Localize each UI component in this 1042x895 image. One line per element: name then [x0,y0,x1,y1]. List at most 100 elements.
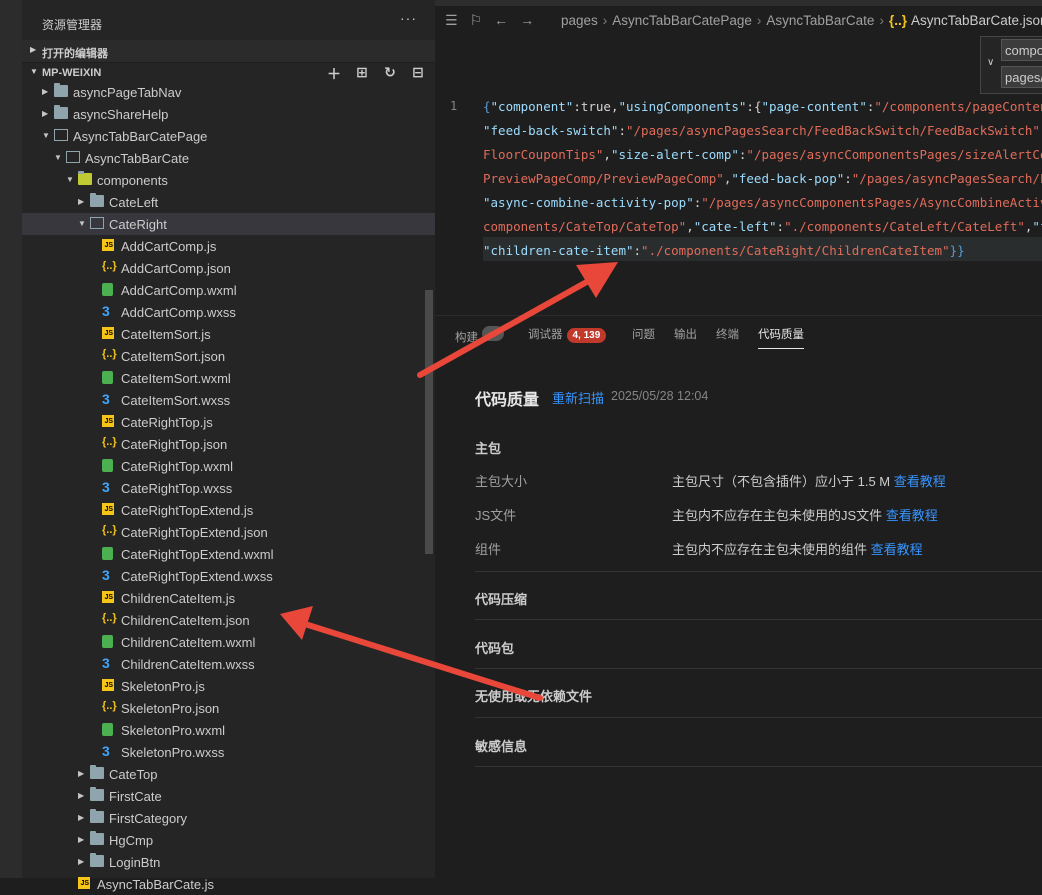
code-token: :{ [746,99,762,114]
tree-file[interactable]: AddCartComp.wxml [22,279,435,301]
back-arrow-icon[interactable]: ← [494,12,508,29]
chevron-down-icon[interactable]: ▼ [54,153,62,162]
tree-file[interactable]: {..} ChildrenCateItem.json [22,609,435,631]
tree-file[interactable]: JS CateItemSort.js [22,323,435,345]
breadcrumb-item[interactable]: AsyncTabBarCatePage [612,13,752,28]
more-actions-icon[interactable]: ··· [400,10,417,26]
chevron-down-icon[interactable]: ▼ [66,175,74,184]
panel-tab[interactable]: 代码质量 [758,326,804,349]
list-icon[interactable]: ☰ [445,12,458,29]
explorer-scrollbar[interactable] [425,290,433,554]
js-file-icon: JS [102,239,114,251]
components-folder-icon [78,171,92,185]
tree-folder[interactable]: ▶ asyncShareHelp [22,103,435,125]
panel-tab[interactable]: 调试器 4, 139 [528,326,607,343]
tree-item-label: FirstCate [109,789,162,804]
chevron-right-icon[interactable]: ▶ [42,109,48,118]
chevron-down-icon[interactable]: ▼ [42,131,50,140]
group-heading[interactable]: 无使用或无依赖文件 [475,686,592,705]
chevron-right-icon: › [756,13,762,28]
tree-folder[interactable]: ▶ FirstCategory [22,807,435,829]
group-heading[interactable]: 代码压缩 [475,589,527,608]
breadcrumb-file[interactable]: AsyncTabBarCate.json [911,13,1042,28]
tree-file[interactable]: 3 CateRightTopExtend.wxss [22,565,435,587]
chevron-right-icon[interactable]: ▶ [78,791,84,800]
tree-file[interactable]: ChildrenCateItem.wxml [22,631,435,653]
tree-file[interactable]: JS AddCartComp.js [22,235,435,257]
js-file-icon: JS [102,679,114,691]
panel-tab[interactable]: 终端 [716,326,739,342]
tree-folder[interactable]: ▼ AsyncTabBarCate [22,147,435,169]
tree-file[interactable]: JS CateRightTopExtend.js [22,499,435,521]
tree-file[interactable]: JS CateRightTop.js [22,411,435,433]
panel-tab[interactable]: 问题 [632,326,655,342]
forward-arrow-icon[interactable]: → [520,12,534,29]
group-heading[interactable]: 代码包 [475,638,514,657]
panel-tab[interactable]: 输出 [674,326,697,342]
tree-file[interactable]: SkeletonPro.wxml [22,719,435,741]
bookmark-icon[interactable]: ⚐ [470,12,483,29]
tree-file[interactable]: {..} CateRightTop.json [22,433,435,455]
tree-file[interactable]: JS SkeletonPro.js [22,675,435,697]
code-token: "firs [1032,219,1042,234]
chevron-down-icon[interactable]: ∨ [987,57,994,68]
breadcrumb-item[interactable]: pages [561,13,598,28]
tree-folder[interactable]: ▼ components [22,169,435,191]
divider [475,668,1042,669]
chevron-down-icon[interactable]: ▼ [78,219,86,228]
tree-file[interactable]: 3 SkeletonPro.wxss [22,741,435,763]
code-token: "feed-back-switch" [483,123,619,138]
code-token: : [844,171,852,186]
tree-folder[interactable]: ▶ CateLeft [22,191,435,213]
tree-file[interactable]: 3 ChildrenCateItem.wxss [22,653,435,675]
tree-item-label: CateRightTop.wxml [121,459,233,474]
tree-file[interactable]: CateRightTop.wxml [22,455,435,477]
find-input[interactable]: compo [1001,39,1042,61]
tree-folder[interactable]: ▶ HgCmp [22,829,435,851]
tree-file[interactable]: {..} AddCartComp.json [22,257,435,279]
tree-folder[interactable]: ▶ asyncPageTabNav [22,81,435,103]
tree-file[interactable]: {..} CateRightTopExtend.json [22,521,435,543]
view-tutorial-link[interactable]: 查看教程 [894,474,946,489]
tree-folder[interactable]: ▶ LoginBtn [22,851,435,873]
view-tutorial-link[interactable]: 查看教程 [871,542,923,557]
tree-file[interactable]: CateRightTopExtend.wxml [22,543,435,565]
tree-file[interactable]: JS AsyncTabBarCate.js [22,873,435,895]
breadcrumb-item[interactable]: AsyncTabBarCate [766,13,874,28]
open-editors-section[interactable]: ▶ 打开的编辑器 [22,40,435,63]
tree-file[interactable]: JS ChildrenCateItem.js [22,587,435,609]
tree-file[interactable]: {..} SkeletonPro.json [22,697,435,719]
folder-icon [90,809,104,823]
chevron-right-icon[interactable]: ▶ [78,857,84,866]
code-editor[interactable]: 1 {"component":true,"usingComponents":{"… [435,92,1042,272]
divider [475,717,1042,718]
tree-folder[interactable]: ▼ CateRight [22,213,435,235]
tree-file[interactable]: 3 CateItemSort.wxss [22,389,435,411]
chevron-right-icon[interactable]: ▶ [78,769,84,778]
chevron-right-icon[interactable]: ▶ [78,197,84,206]
wxml-file-icon [102,459,113,472]
tree-file[interactable]: 3 AddCartComp.wxss [22,301,435,323]
wxss-file-icon: 3 [102,743,110,759]
tree-file[interactable]: 3 CateRightTop.wxss [22,477,435,499]
tree-file[interactable]: CateItemSort.wxml [22,367,435,389]
folder-icon [90,765,104,779]
view-tutorial-link[interactable]: 查看教程 [886,508,938,523]
tree-file[interactable]: {..} CateItemSort.json [22,345,435,367]
tree-folder[interactable]: ▶ FirstCate [22,785,435,807]
group-heading[interactable]: 敏感信息 [475,736,527,755]
tree-item-label: AddCartComp.js [121,239,217,254]
code-token: "feed-back-pop" [731,171,845,186]
rescan-link[interactable]: 重新扫描 [552,388,604,407]
tree-item-label: CateRightTop.js [121,415,213,430]
chevron-right-icon[interactable]: ▶ [78,813,84,822]
tree-item-label: ChildrenCateItem.json [121,613,250,628]
tree-item-label: HgCmp [109,833,154,848]
replace-input[interactable]: pages/ [1001,66,1042,88]
tree-folder[interactable]: ▼ AsyncTabBarCatePage [22,125,435,147]
tree-folder[interactable]: ▶ CateTop [22,763,435,785]
panel-tab[interactable]: 构建 [455,326,504,345]
chevron-right-icon[interactable]: ▶ [42,87,48,96]
tree-item-label: CateRightTopExtend.json [121,525,268,540]
chevron-right-icon[interactable]: ▶ [78,835,84,844]
